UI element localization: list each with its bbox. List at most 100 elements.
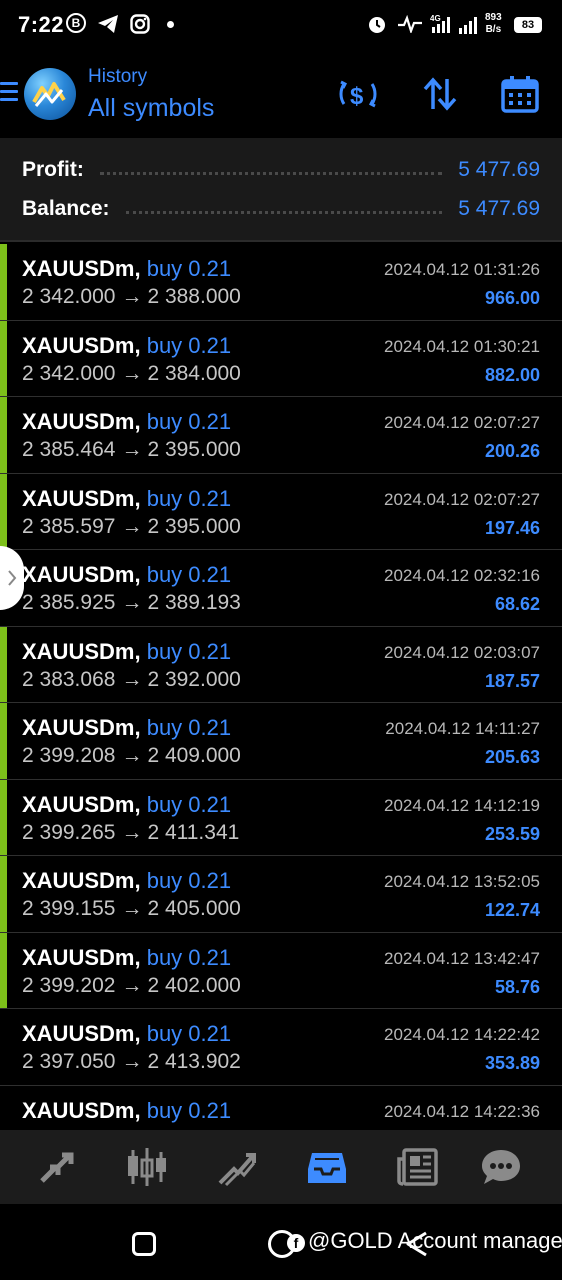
open-price: 2 383.068 bbox=[22, 667, 116, 691]
deal-prices: 2 399.265 → 2 411.341 bbox=[22, 821, 239, 845]
deal-symbol: XAUUSDm, buy 0.21 bbox=[22, 409, 231, 435]
symbol-name: XAUUSDm, bbox=[22, 868, 141, 893]
deal-symbol: XAUUSDm, buy 0.21 bbox=[22, 1098, 231, 1124]
chat-icon[interactable] bbox=[478, 1144, 524, 1190]
deal-symbol: XAUUSDm, buy 0.21 bbox=[22, 562, 231, 588]
app-header: History All symbols $ bbox=[0, 52, 562, 138]
deal-side-volume: buy 0.21 bbox=[146, 1021, 232, 1046]
network-speed: 893 B/s bbox=[485, 12, 502, 36]
deal-symbol: XAUUSDm, buy 0.21 bbox=[22, 715, 231, 741]
balance-label: Balance: bbox=[22, 197, 110, 220]
deal-row[interactable]: XAUUSDm, buy 0.21 2 342.000 → 2 384.000 2024… bbox=[0, 320, 562, 397]
deal-row[interactable]: XAUUSDm, buy 0.212 397.050→2 413.9022024… bbox=[0, 1009, 562, 1086]
deal-time: 2024.04.12 13:42:47 bbox=[384, 948, 540, 968]
symbol-name: XAUUSDm, bbox=[22, 409, 141, 434]
open-price: 2 399.208 bbox=[22, 744, 116, 767]
signal-4g-icon: 4G bbox=[429, 13, 453, 35]
close-price: 2 402.000 bbox=[147, 973, 241, 997]
deal-time: 2024.04.12 01:30:21 bbox=[384, 336, 540, 356]
deal-profit: 200.26 bbox=[484, 441, 540, 461]
close-price: 2 395.000 bbox=[147, 514, 241, 538]
deal-row[interactable]: XAUUSDm, buy 0.21 2 383.068 → 2 392.000 2024… bbox=[0, 626, 562, 703]
open-price: 2 399.155 bbox=[22, 897, 116, 920]
deal-row[interactable]: XAUUSDm, buy 0.21 2 385.464 → 2 395.000 2024… bbox=[0, 397, 562, 474]
recent-apps-button[interactable] bbox=[132, 1232, 156, 1256]
deal-row[interactable]: XAUUSDm, buy 0.21 2 385.597 → 2 395.000 2024… bbox=[0, 473, 562, 550]
deal-row[interactable]: XAUUSDm, buy 0.21 2 342.000 → 2 388.000 2024… bbox=[0, 244, 562, 321]
deal-profit: 205.63 bbox=[484, 747, 540, 767]
open-price: 2 342.000 bbox=[22, 285, 116, 308]
signal-icon bbox=[458, 13, 480, 35]
deal-prices: 2 397.050→2 413.902 bbox=[22, 1050, 241, 1074]
symbol-name: XAUUSDm, bbox=[22, 256, 141, 281]
arrow-right-icon: → bbox=[121, 361, 143, 385]
sort-arrows-icon[interactable] bbox=[420, 74, 460, 114]
deal-side-volume: buy 0.21 bbox=[146, 562, 232, 587]
close-price: 2 384.000 bbox=[147, 361, 241, 385]
profit-row: Profit: 5 477.69 bbox=[22, 155, 540, 185]
open-price: 2 385.925 bbox=[22, 591, 116, 614]
deal-row[interactable]: XAUUSDm, buy 0.21 2 399.208 → 2 409.000 2024… bbox=[0, 703, 562, 780]
open-price: 2 397.050 bbox=[22, 1050, 116, 1073]
pulse-icon bbox=[397, 13, 423, 35]
trade-icon[interactable] bbox=[214, 1144, 260, 1190]
deal-side-volume: buy 0.21 bbox=[146, 638, 232, 664]
deal-symbol: XAUUSDm, buy 0.21 bbox=[22, 256, 231, 282]
arrow-right-icon: → bbox=[121, 897, 143, 920]
deal-time: 2024.04.12 14:12:19 bbox=[384, 795, 540, 815]
open-price: 2 399.202 bbox=[22, 973, 116, 997]
deal-side-volume: buy 0.21 bbox=[146, 1097, 232, 1123]
profit-label: Profit: bbox=[22, 158, 84, 181]
deal-row[interactable]: XAUUSDm, buy 0.212 397.050→2 413.9022024… bbox=[0, 1085, 562, 1130]
chart-icon[interactable] bbox=[124, 1144, 170, 1190]
symbol-name: XAUUSDm, bbox=[22, 332, 141, 358]
deal-side-volume: buy 0.21 bbox=[146, 485, 232, 511]
close-price: 2 413.902 bbox=[147, 1050, 241, 1073]
clock: 7:22 bbox=[18, 12, 65, 37]
instagram-icon bbox=[129, 13, 151, 35]
arrow-right-icon: → bbox=[121, 744, 143, 767]
arrow-right-icon: → bbox=[121, 591, 143, 614]
arrow-right-icon: → bbox=[121, 1050, 143, 1073]
deal-symbol: XAUUSDm, buy 0.21 bbox=[22, 333, 231, 359]
deal-time: 2024.04.12 02:03:07 bbox=[384, 642, 540, 662]
history-icon[interactable] bbox=[304, 1144, 350, 1190]
arrow-right-icon: → bbox=[121, 285, 143, 308]
deal-profit: 966.00 bbox=[484, 288, 540, 308]
balance-row: Balance: 5 477.69 bbox=[22, 194, 540, 224]
deal-side-volume: buy 0.21 bbox=[146, 256, 232, 281]
deal-profit: 122.74 bbox=[484, 900, 540, 920]
deal-time: 2024.04.12 02:07:27 bbox=[384, 413, 540, 432]
battery-icon: 83 bbox=[514, 17, 542, 33]
deal-symbol: XAUUSDm, buy 0.21 bbox=[22, 945, 231, 971]
deal-profit: 882.00 bbox=[484, 364, 540, 385]
deal-prices: 2 342.000 → 2 384.000 bbox=[22, 362, 241, 386]
system-nav-bar: f @GOLD Account manager bbox=[0, 1204, 562, 1280]
symbol-name: XAUUSDm, bbox=[22, 944, 141, 970]
deal-symbol: XAUUSDm, buy 0.21 bbox=[22, 639, 231, 665]
news-icon[interactable] bbox=[394, 1144, 440, 1190]
svg-text:$: $ bbox=[350, 83, 364, 110]
deal-row[interactable]: XAUUSDm, buy 0.21 2 399.265 → 2 411.341 2024… bbox=[0, 779, 562, 856]
calendar-icon[interactable] bbox=[500, 74, 540, 114]
deal-side-volume: buy 0.21 bbox=[146, 791, 232, 817]
deal-prices: 2 385.925 → 2 389.193 bbox=[22, 591, 241, 615]
deal-prices: 2 399.208 → 2 409.000 bbox=[22, 744, 241, 768]
menu-icon[interactable] bbox=[0, 82, 18, 104]
close-price: 2 392.000 bbox=[147, 667, 241, 691]
svg-text:4G: 4G bbox=[430, 14, 441, 23]
deal-symbol: XAUUSDm, buy 0.21 bbox=[22, 792, 231, 818]
deal-row[interactable]: XAUUSDm, buy 0.21 2 399.202 → 2 402.000 2024… bbox=[0, 932, 562, 1009]
deal-row[interactable]: XAUUSDm, buy 0.21 2 385.925 → 2 389.193 2024… bbox=[0, 550, 562, 627]
deal-profit: 197.46 bbox=[484, 517, 540, 538]
symbol-name: XAUUSDm, bbox=[22, 485, 141, 511]
deal-time: 2024.04.12 14:11:27 bbox=[385, 719, 540, 738]
deal-side-volume: buy 0.21 bbox=[146, 868, 232, 893]
deal-prices: 2 383.068 → 2 392.000 bbox=[22, 668, 241, 692]
quotes-icon[interactable] bbox=[34, 1144, 80, 1190]
dollar-sort-icon[interactable]: $ bbox=[338, 74, 378, 114]
deal-row[interactable]: XAUUSDm, buy 0.21 2 399.155 → 2 405.000 2024… bbox=[0, 856, 562, 933]
close-price: 2 411.341 bbox=[147, 820, 240, 844]
notification-dot bbox=[167, 21, 174, 28]
header-title[interactable]: All symbols bbox=[88, 94, 214, 123]
